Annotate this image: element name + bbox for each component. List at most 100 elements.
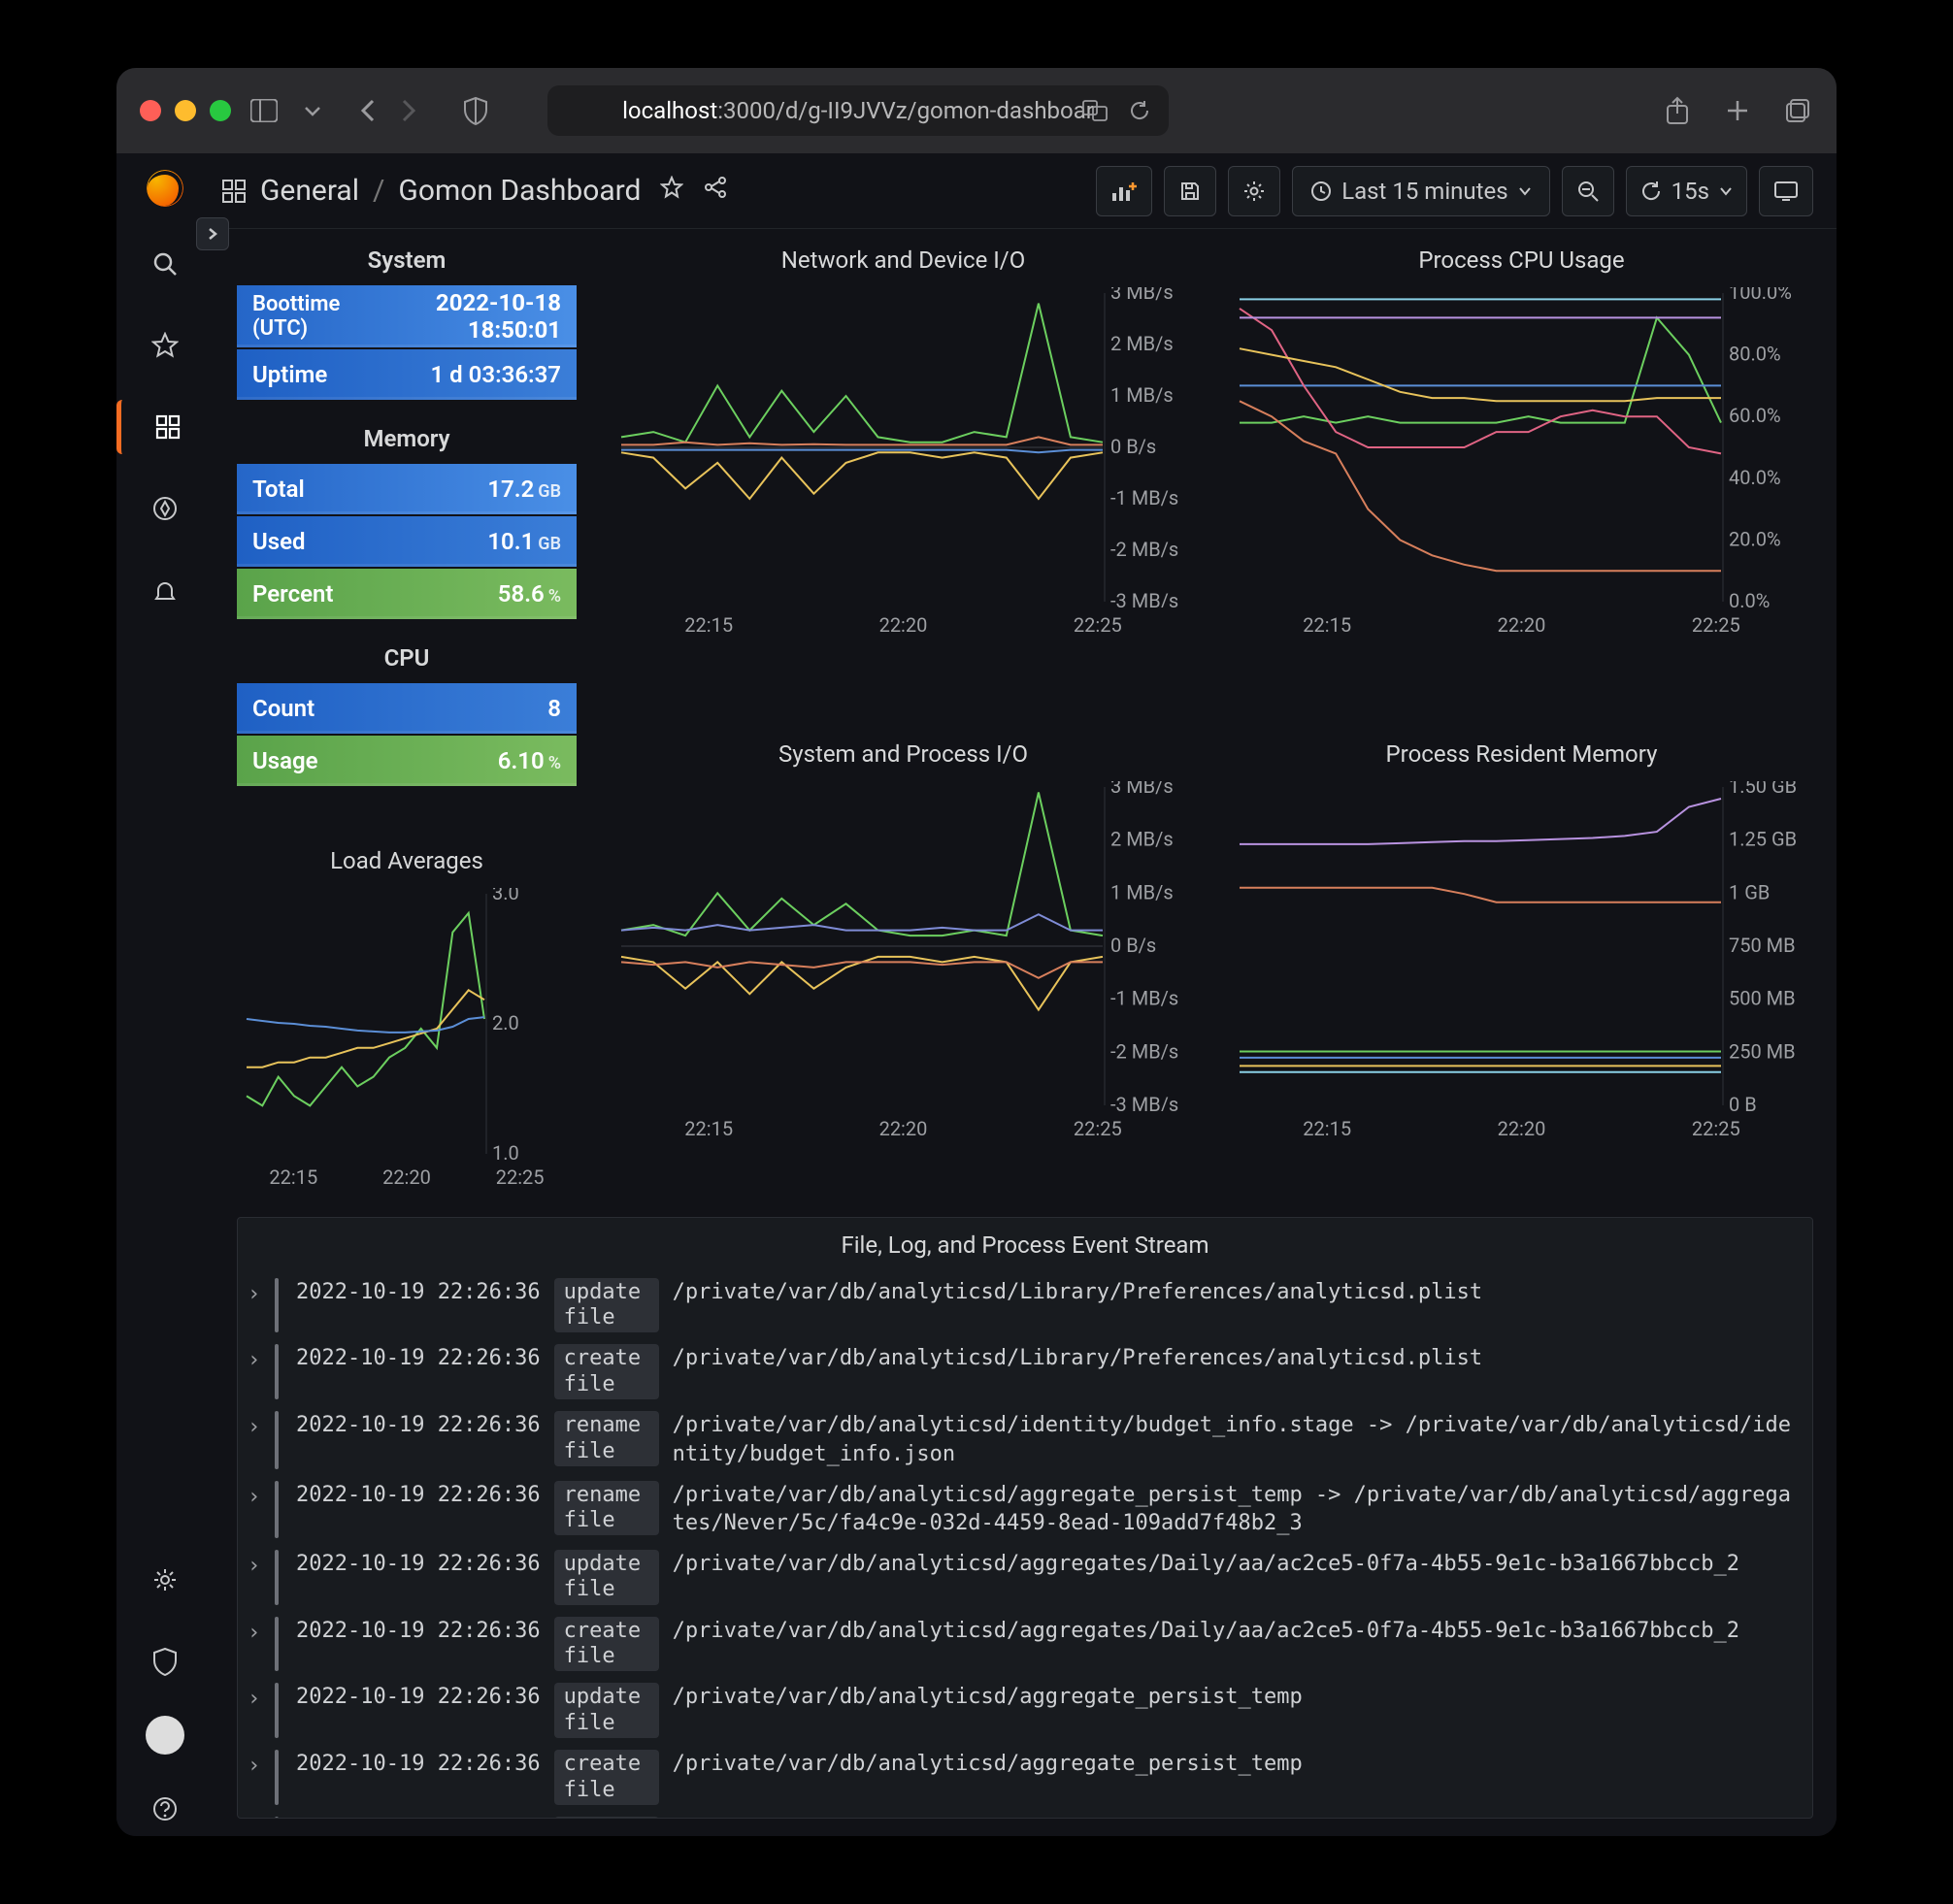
- event-row[interactable]: › 2022-10-19 22:26:36 renamefile /privat…: [238, 1405, 1812, 1474]
- event-path: /private/var/db/analyticsd/aggregate_per…: [673, 1683, 1797, 1712]
- avatar[interactable]: [146, 1716, 184, 1755]
- svg-text:3 MB/s: 3 MB/s: [1110, 781, 1174, 798]
- event-time: 2022-10-19 22:26:36: [296, 1278, 541, 1307]
- explore-icon[interactable]: [138, 481, 192, 536]
- chevron-down-icon[interactable]: [297, 95, 328, 126]
- grafana-logo[interactable]: [144, 167, 186, 210]
- event-row[interactable]: › 2022-10-19 22:26:36 updatefile /privat…: [238, 1272, 1812, 1339]
- breadcrumb-root[interactable]: General: [260, 174, 359, 208]
- event-path: /private/var/db/analyticsd/aggregate_per…: [673, 1817, 1797, 1818]
- refresh-interval-label: 15s: [1672, 178, 1709, 205]
- event-time: 2022-10-19 22:26:36: [296, 1817, 541, 1818]
- panel-event-stream[interactable]: File, Log, and Process Event Stream › 20…: [237, 1217, 1813, 1819]
- svg-text:-1 MB/s: -1 MB/s: [1110, 486, 1178, 509]
- event-time: 2022-10-19 22:26:36: [296, 1617, 541, 1646]
- panel-network-io[interactable]: Network and Device I/O 3 MB/s2 MB/s1 MB/…: [612, 241, 1195, 735]
- event-severity-bar: [275, 1344, 279, 1399]
- refresh-button[interactable]: 15s: [1626, 166, 1747, 216]
- panel-process-memory[interactable]: Process Resident Memory 1.50 GB 1.25 GB 1 …: [1230, 735, 1813, 1207]
- chevron-right-icon: ›: [248, 1683, 261, 1714]
- minimize-window-button[interactable]: [175, 100, 196, 121]
- svg-text:1.50 GB: 1.50 GB: [1729, 781, 1797, 798]
- panel-process-cpu[interactable]: Process CPU Usage 100.0%80.0%60.0%40.0%2…: [1230, 241, 1813, 735]
- event-row[interactable]: › 2022-10-19 22:26:36 createfile /privat…: [238, 1744, 1812, 1811]
- panel-load-averages[interactable]: Load Averages 3.02.01.0 22:1522:2022:25: [237, 841, 577, 1206]
- alerting-bell-icon[interactable]: [138, 563, 192, 617]
- zoom-out-button[interactable]: [1562, 166, 1614, 216]
- translate-icon[interactable]: [1079, 95, 1110, 126]
- close-window-button[interactable]: [140, 100, 161, 121]
- settings-button[interactable]: [1228, 166, 1280, 216]
- event-row[interactable]: › 2022-10-19 22:26:36 updatefile /privat…: [238, 1544, 1812, 1611]
- event-row[interactable]: › 2022-10-19 22:26:36 createfile /privat…: [238, 1338, 1812, 1405]
- left-nav: [116, 153, 214, 1836]
- event-row[interactable]: › 2022-10-19 22:26:36 updatefile /privat…: [238, 1811, 1812, 1818]
- save-button[interactable]: [1164, 166, 1216, 216]
- back-button[interactable]: [353, 95, 384, 126]
- stat-column: System Boottime(UTC)2022-10-1818:50:01Up…: [237, 241, 577, 841]
- chevron-right-icon: ›: [248, 1481, 261, 1512]
- event-time: 2022-10-19 22:26:36: [296, 1411, 541, 1440]
- app: General / Gomon Dashboard Last 15 minute…: [116, 153, 1837, 1836]
- new-tab-icon[interactable]: [1722, 95, 1753, 126]
- panel-title: Process Resident Memory: [1230, 735, 1813, 781]
- svg-text:-3 MB/s: -3 MB/s: [1110, 1093, 1178, 1111]
- svg-text:2 MB/s: 2 MB/s: [1110, 827, 1174, 850]
- maximize-window-button[interactable]: [210, 100, 231, 121]
- stat-row: Total17.2GB: [237, 464, 577, 514]
- forward-button[interactable]: [392, 95, 423, 126]
- svg-text:-2 MB/s: -2 MB/s: [1110, 1039, 1178, 1063]
- svg-text:3.0: 3.0: [492, 888, 519, 904]
- breadcrumb-page[interactable]: Gomon Dashboard: [398, 174, 641, 208]
- svg-text:2 MB/s: 2 MB/s: [1110, 332, 1174, 355]
- event-severity-bar: [275, 1683, 279, 1738]
- event-row[interactable]: › 2022-10-19 22:26:36 renamefile /privat…: [238, 1475, 1812, 1544]
- event-tag: updatefile: [554, 1278, 659, 1333]
- share-dashboard-icon[interactable]: [703, 175, 728, 207]
- favorite-star-icon[interactable]: [660, 176, 683, 206]
- time-range-label: Last 15 minutes: [1341, 178, 1507, 205]
- event-severity-bar: [275, 1411, 279, 1468]
- svg-text:20.0%: 20.0%: [1729, 527, 1781, 550]
- admin-shield-icon[interactable]: [138, 1634, 192, 1689]
- svg-text:1 GB: 1 GB: [1729, 880, 1770, 903]
- event-path: /private/var/db/analyticsd/identity/budg…: [673, 1411, 1797, 1468]
- window-controls: [140, 100, 231, 121]
- window: localhost:3000/d/g-II9JVVz/gomon-dashboa…: [116, 68, 1837, 1836]
- kiosk-mode-button[interactable]: [1759, 166, 1813, 216]
- panel-system-io[interactable]: System and Process I/O 3 MB/s2 MB/s1 MB/…: [612, 735, 1195, 1207]
- event-tag: updatefile: [554, 1683, 659, 1738]
- sidebar-toggle-icon[interactable]: [248, 95, 280, 126]
- svg-text:3 MB/s: 3 MB/s: [1110, 287, 1174, 304]
- svg-text:1 MB/s: 1 MB/s: [1110, 383, 1174, 407]
- search-icon[interactable]: [138, 237, 192, 291]
- tabs-icon[interactable]: [1782, 95, 1813, 126]
- stat-row: Boottime(UTC)2022-10-1818:50:01: [237, 285, 577, 347]
- svg-text:0 B/s: 0 B/s: [1110, 934, 1156, 957]
- chevron-right-icon: ›: [248, 1411, 261, 1442]
- star-icon[interactable]: [138, 318, 192, 373]
- svg-text:1 MB/s: 1 MB/s: [1110, 880, 1174, 903]
- dashboards-icon[interactable]: [116, 400, 214, 454]
- gear-icon[interactable]: [138, 1553, 192, 1607]
- event-tag: createfile: [554, 1750, 659, 1805]
- help-icon[interactable]: [138, 1782, 192, 1836]
- top-bar: General / Gomon Dashboard Last 15 minute…: [214, 153, 1837, 229]
- svg-text:-3 MB/s: -3 MB/s: [1110, 589, 1178, 607]
- reload-icon[interactable]: [1124, 95, 1155, 126]
- svg-text:750 MB: 750 MB: [1729, 934, 1796, 957]
- add-panel-button[interactable]: [1096, 166, 1152, 216]
- share-icon[interactable]: [1662, 95, 1693, 126]
- svg-text:1.25 GB: 1.25 GB: [1729, 827, 1797, 850]
- time-range-button[interactable]: Last 15 minutes: [1292, 166, 1549, 216]
- url-bar[interactable]: localhost:3000/d/g-II9JVVz/gomon-dashboa…: [547, 85, 1169, 136]
- event-severity-bar: [275, 1750, 279, 1805]
- event-severity-bar: [275, 1481, 279, 1538]
- event-row[interactable]: › 2022-10-19 22:26:36 createfile /privat…: [238, 1611, 1812, 1678]
- event-severity-bar: [275, 1817, 279, 1818]
- event-row[interactable]: › 2022-10-19 22:26:36 updatefile /privat…: [238, 1677, 1812, 1744]
- event-time: 2022-10-19 22:26:36: [296, 1481, 541, 1510]
- shield-icon[interactable]: [460, 95, 491, 126]
- main: General / Gomon Dashboard Last 15 minute…: [214, 153, 1837, 1836]
- event-severity-bar: [275, 1278, 279, 1333]
